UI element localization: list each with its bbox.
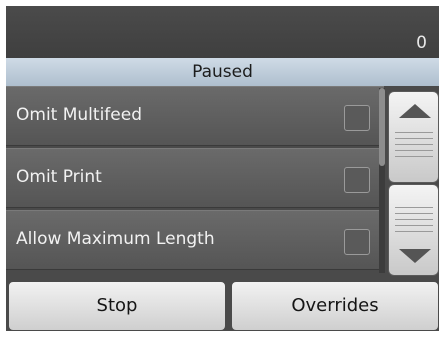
omit-print-checkbox[interactable]	[344, 167, 370, 193]
overrides-button[interactable]: Overrides	[231, 281, 439, 331]
triangle-down-icon	[399, 249, 431, 263]
scroll-up-button[interactable]	[388, 91, 439, 183]
option-label: Allow Maximum Length	[16, 229, 215, 249]
option-row-omit-print[interactable]: Omit Print	[6, 148, 384, 208]
stop-button[interactable]: Stop	[8, 281, 226, 331]
option-label: Omit Print	[16, 167, 102, 187]
grip-line	[395, 132, 433, 133]
top-bar: 0	[6, 6, 439, 58]
option-row-allow-maximum-length[interactable]: Allow Maximum Length	[6, 210, 384, 270]
grip-line	[395, 231, 433, 232]
grip-line	[395, 138, 433, 139]
grip-line	[395, 207, 433, 208]
grip-line	[395, 225, 433, 226]
options-list: Omit Multifeed Omit Print Allow Maximum …	[6, 86, 384, 276]
option-label: Omit Multifeed	[16, 105, 142, 125]
scroll-thumb[interactable]	[379, 88, 385, 166]
scanner-panel: 0 Paused Omit Multifeed Omit Print Allow…	[6, 6, 439, 331]
grip-line	[395, 219, 433, 220]
grip-line	[395, 156, 433, 157]
grip-line	[395, 150, 433, 151]
allow-maximum-length-checkbox[interactable]	[344, 229, 370, 255]
triangle-up-icon	[399, 104, 431, 118]
grip-line	[395, 213, 433, 214]
page-counter: 0	[416, 33, 427, 53]
option-row-omit-multifeed[interactable]: Omit Multifeed	[6, 86, 384, 146]
status-bar: Paused	[6, 58, 439, 86]
scroll-down-button[interactable]	[388, 184, 439, 276]
omit-multifeed-checkbox[interactable]	[344, 105, 370, 131]
grip-line	[395, 144, 433, 145]
